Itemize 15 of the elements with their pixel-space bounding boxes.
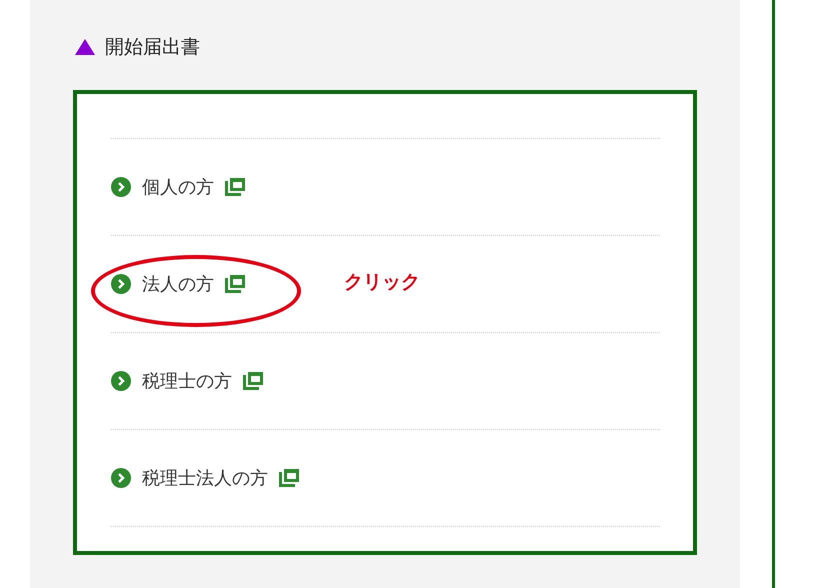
new-window-icon	[242, 371, 264, 391]
chevron-circle-icon	[111, 177, 131, 197]
form-link[interactable]: 個人の方	[142, 175, 214, 199]
new-window-icon	[224, 177, 246, 197]
chevron-circle-icon	[111, 371, 131, 391]
click-annotation: クリック	[344, 270, 420, 295]
new-window-icon	[278, 468, 300, 488]
form-link[interactable]: 法人の方	[142, 272, 214, 296]
new-window-icon	[224, 274, 246, 294]
chevron-circle-icon	[111, 468, 131, 488]
form-link[interactable]: 税理士の方	[142, 369, 232, 393]
chevron-circle-icon	[111, 274, 131, 294]
form-link[interactable]: 税理士法人の方	[142, 466, 268, 490]
section-title: 開始届出書	[105, 35, 200, 60]
triangle-up-icon[interactable]	[75, 39, 95, 55]
